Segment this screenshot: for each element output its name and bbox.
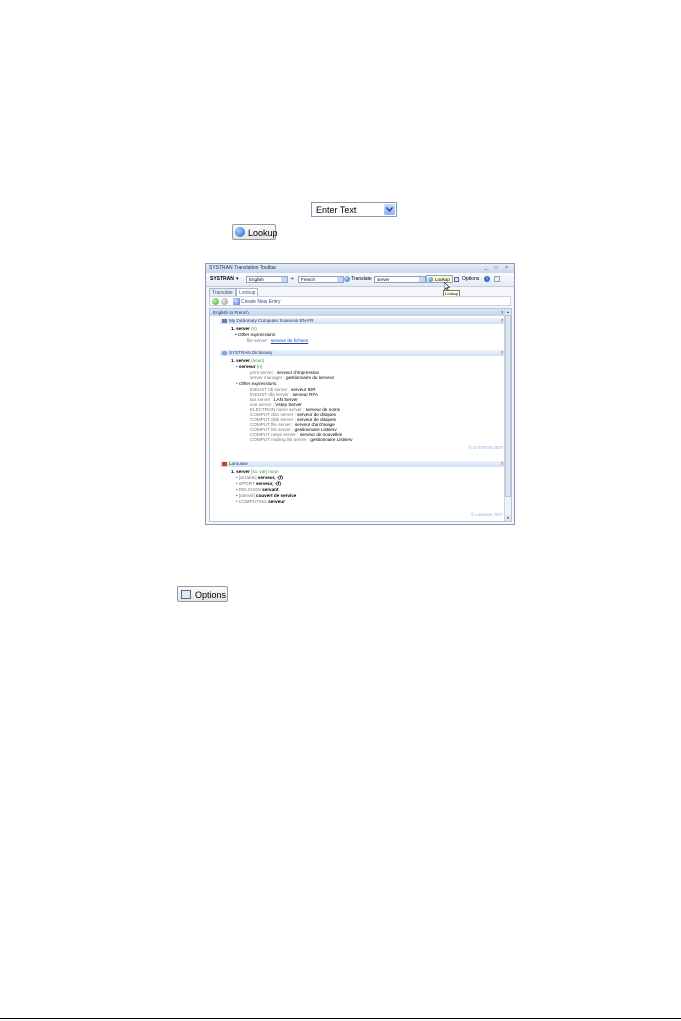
entry-head: 1. server (noun) [231,358,264,363]
entry-pos: (n) [251,326,257,331]
systran-copyright: © SYSTRAN 2007 [468,445,503,450]
lookup-query-value: server [377,277,390,282]
chevron-down-icon[interactable] [281,277,287,282]
other-expressions-label: • Other expressions: [235,332,277,337]
chevron-down-icon[interactable] [337,277,343,282]
scroll-down-icon[interactable]: ▼ [505,515,511,521]
pane-header-label: English to French [213,310,249,315]
lookup-icon [428,277,433,282]
help-icon[interactable]: ? [484,276,490,282]
section-title: SYSTRAN Dictionary [229,350,273,355]
larousse-translation: serveur [268,499,285,504]
larousse-domain: SPORT [238,481,255,486]
entry-head: 1. server (n) [231,326,257,331]
section-title: Larousse [229,461,248,466]
enter-text-combo[interactable]: Enter Text [311,202,397,217]
create-entry-icon [233,298,240,305]
systran-menu[interactable]: SYSTRAN [210,276,234,283]
larousse-line: • COMPUTING serveur [236,499,285,504]
back-icon[interactable] [212,298,219,305]
source-language-value: English [249,277,264,282]
create-new-entry-link[interactable]: Create New Entry [241,299,280,305]
example-target: gestionnaire du serveur [286,375,335,380]
other-line: COMPUT mailing list server : gestionnair… [250,437,353,442]
pane-header: English to French ⇑ [210,309,507,316]
options-icon [181,590,191,599]
window-titlebar: SYSTRAN Translation Toolbar _ □ × [206,264,514,273]
larousse-translation: serveur, -(f) [255,481,281,486]
expression-target-link[interactable]: serveur de fichiers [271,338,309,343]
toolbar: SYSTRAN ▾ English ➜ French Translate ser… [206,273,514,287]
entry-pos: (noun) [251,358,265,363]
section-title: My Dictionary Computer Sciences EN-FR [229,318,314,323]
larousse-translation: couvert de service [256,493,297,498]
translate-icon [344,276,350,282]
section-header-my-dictionary: My Dictionary Computer Sciences EN-FR ⇑ [220,318,507,324]
lookup-results: English to French ⇑ My Dictionary Comput… [209,308,512,522]
target-language-value: French [301,277,316,282]
options-icon [454,277,459,282]
larousse-line: • [utensil] couvert de service [236,493,297,498]
options-button-label: Options [195,590,227,600]
main-sense: • serveur (n) [236,364,263,369]
arrow-right-icon: ➜ [290,276,295,282]
larousse-line: • [at table] serveur, -(f) [236,475,283,480]
expression-line: file server : serveur de fichiers [247,338,308,343]
entry-pos: [sɜː vər] noun [251,469,279,474]
chevron-down-icon[interactable] [384,204,395,215]
systran-toolbar-window: SYSTRAN Translation Toolbar _ □ × SYSTRA… [205,263,515,525]
larousse-copyright: © Larousse 2007 [471,512,503,517]
page-footer-rule [0,1018,681,1019]
expression-source: file server : [247,338,270,343]
enter-text-label: Enter Text [316,205,357,215]
systran-menu-arrow[interactable]: ▾ [236,276,239,283]
lookup-subbar: Create New Entry [209,296,511,306]
target-language-select[interactable]: French [298,276,344,283]
scroll-thumb[interactable] [505,315,511,497]
lookup-button-label: Lookup [248,228,278,238]
larousse-domain: RELIGION [238,487,261,492]
larousse-icon [222,462,227,466]
larousse-domain: [utensil] [238,493,255,498]
entry-headword: 1. server [231,469,250,474]
source-language-select[interactable]: English [246,276,288,283]
chevron-down-icon[interactable] [419,277,425,282]
entry-headword: 1. server [231,326,250,331]
larousse-translation: servant [262,487,279,492]
toolbar-options-button[interactable]: Options [462,276,479,283]
lookup-icon [235,227,245,237]
example-source: server manager : [250,375,285,380]
systran-icon [222,351,227,355]
larousse-line: • SPORT serveur, -(f) [236,481,281,486]
entry-headword: 1. server [231,358,250,363]
lookup-button[interactable]: Lookup [232,224,278,240]
entry-head: 1. server [sɜː vər] noun [231,469,279,474]
main-sense-word: serveur [238,364,256,369]
forward-icon[interactable] [221,298,228,305]
window-controls[interactable]: _ □ × [485,264,512,273]
toolbar-menu-icon[interactable] [494,276,500,282]
larousse-translation: serveur, -(f) [257,475,283,480]
example-line: server manager : gestionnaire du serveur [250,375,334,380]
main-sense-pos: (n) [256,364,263,369]
other-expressions-text: Other expressions: [238,381,278,386]
larousse-domain: COMPUTING [238,499,267,504]
section-header-larousse: Larousse ⇑ [220,461,507,467]
other-expressions-label: • Other expressions: [236,381,278,386]
larousse-domain: [at table] [238,475,257,480]
translate-button[interactable]: Translate [351,276,372,283]
section-header-systran: SYSTRAN Dictionary ⇑ [220,350,507,356]
results-scrollbar[interactable]: ▲ ▼ [504,309,511,521]
other-target: gestionnaire Listserv [310,437,353,442]
other-source: COMPUT mailing list server : [250,437,310,442]
options-button[interactable]: Options [177,586,228,602]
larousse-line: • RELIGION servant [236,487,279,492]
dictionary-icon [222,319,227,323]
window-title: SYSTRAN Translation Toolbar [209,265,277,271]
lookup-query-input[interactable]: server [374,276,426,283]
